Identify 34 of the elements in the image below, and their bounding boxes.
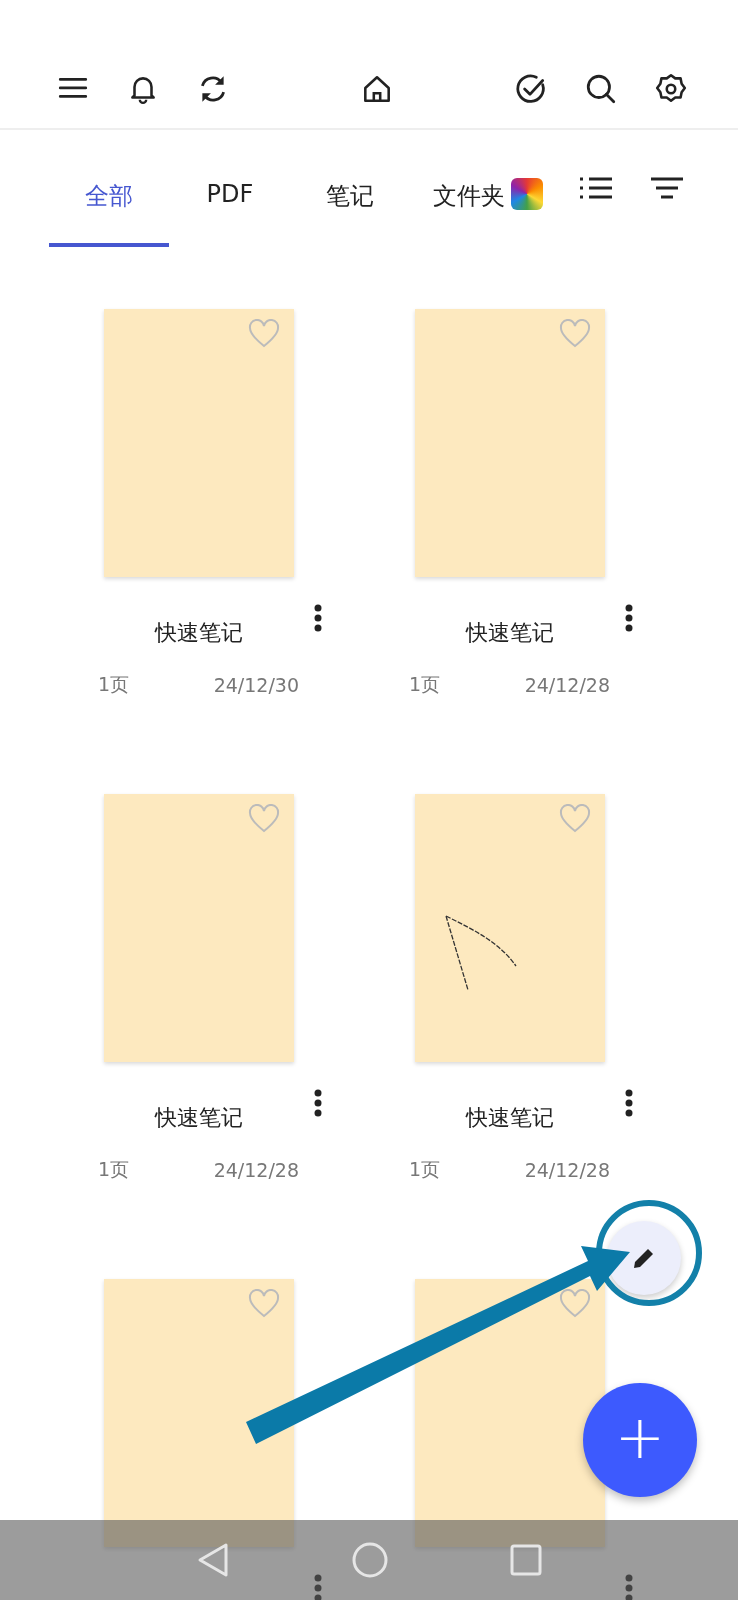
check-circle-icon[interactable] xyxy=(514,72,548,106)
more-icon[interactable] xyxy=(625,1089,633,1117)
note-thumbnail[interactable] xyxy=(415,1279,605,1547)
add-button[interactable]: + xyxy=(583,1383,697,1497)
edit-button[interactable] xyxy=(607,1221,681,1295)
note-thumbnail[interactable] xyxy=(415,794,605,1062)
home-circle-icon[interactable] xyxy=(352,1542,388,1578)
search-icon[interactable] xyxy=(584,72,618,106)
note-title: 快速笔记 xyxy=(464,1104,555,1132)
page-count: 1页 xyxy=(409,1157,441,1182)
back-icon[interactable] xyxy=(196,1542,230,1578)
more-icon[interactable] xyxy=(314,1089,322,1117)
page-count: 1页 xyxy=(98,1157,130,1182)
tab[interactable]: PDF xyxy=(169,130,291,247)
more-icon[interactable] xyxy=(625,604,633,632)
note-date: 24/12/28 xyxy=(524,1159,610,1181)
note-thumbnail[interactable] xyxy=(104,1279,294,1547)
note-title: 快速笔记 xyxy=(464,619,555,647)
tab[interactable]: 笔记 xyxy=(291,130,409,247)
app-icon[interactable] xyxy=(511,178,543,210)
note-date: 24/12/30 xyxy=(213,674,299,696)
note-thumbnail[interactable] xyxy=(104,794,294,1062)
note-title: 快速笔记 xyxy=(153,619,244,647)
tab[interactable]: 全部 xyxy=(49,130,169,247)
note-thumbnail[interactable] xyxy=(415,309,605,577)
note-thumbnail[interactable] xyxy=(104,309,294,577)
tab[interactable]: 文件夹 xyxy=(409,130,529,247)
more-icon[interactable] xyxy=(314,604,322,632)
note-title: 快速笔记 xyxy=(153,1104,244,1132)
recents-icon[interactable] xyxy=(510,1544,542,1576)
note-date: 24/12/28 xyxy=(213,1159,299,1181)
page-count: 1页 xyxy=(409,672,441,697)
page-count: 1页 xyxy=(98,672,130,697)
note-date: 24/12/28 xyxy=(524,674,610,696)
